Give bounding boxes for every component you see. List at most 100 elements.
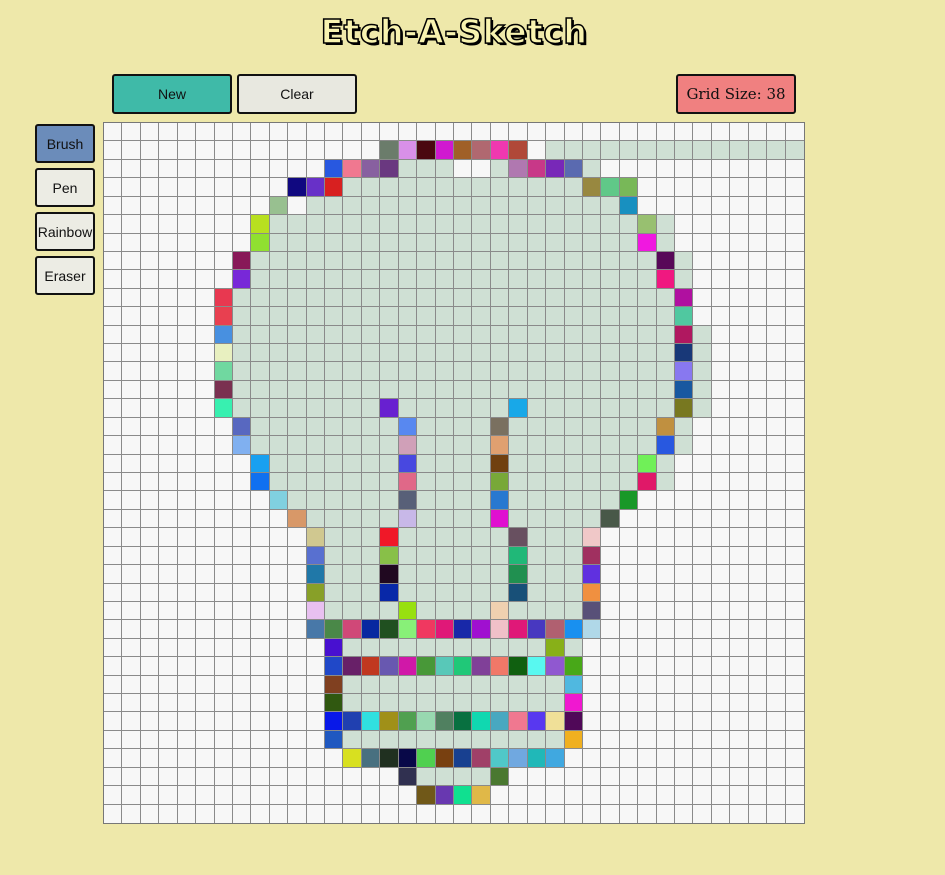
grid-cell[interactable]	[417, 141, 436, 160]
grid-cell[interactable]	[509, 270, 528, 289]
grid-cell[interactable]	[122, 215, 141, 234]
grid-cell[interactable]	[269, 417, 289, 437]
grid-cell[interactable]	[361, 123, 381, 142]
grid-cell[interactable]	[601, 196, 620, 216]
new-button[interactable]: New	[112, 74, 232, 114]
grid-cell[interactable]	[251, 657, 270, 676]
grid-cell[interactable]	[159, 344, 178, 363]
grid-cell[interactable]	[638, 344, 657, 363]
grid-cell[interactable]	[306, 417, 326, 437]
grid-cell[interactable]	[122, 473, 141, 492]
grid-cell[interactable]	[435, 380, 454, 400]
grid-cell[interactable]	[435, 565, 454, 584]
grid-cell[interactable]	[582, 694, 602, 713]
grid-cell[interactable]	[454, 509, 473, 529]
grid-cell[interactable]	[122, 675, 141, 695]
grid-cell[interactable]	[730, 730, 749, 750]
grid-cell[interactable]	[619, 251, 639, 271]
grid-cell[interactable]	[140, 657, 160, 676]
grid-cell[interactable]	[251, 491, 270, 510]
grid-cell[interactable]	[675, 786, 694, 805]
grid-cell[interactable]	[767, 417, 786, 437]
grid-cell[interactable]	[582, 583, 602, 602]
grid-cell[interactable]	[435, 325, 454, 345]
grid-cell[interactable]	[232, 804, 252, 823]
grid-cell[interactable]	[454, 601, 473, 621]
grid-cell[interactable]	[582, 804, 602, 823]
grid-cell[interactable]	[638, 178, 657, 197]
grid-cell[interactable]	[509, 251, 528, 271]
grid-cell[interactable]	[104, 380, 123, 400]
grid-cell[interactable]	[693, 694, 712, 713]
grid-cell[interactable]	[656, 786, 676, 805]
grid-cell[interactable]	[288, 694, 307, 713]
grid-cell[interactable]	[490, 159, 510, 179]
grid-cell[interactable]	[104, 767, 123, 787]
grid-cell[interactable]	[398, 270, 418, 289]
grid-cell[interactable]	[564, 344, 583, 363]
grid-cell[interactable]	[380, 786, 399, 805]
grid-cell[interactable]	[656, 270, 676, 289]
grid-cell[interactable]	[730, 270, 749, 289]
grid-cell[interactable]	[675, 694, 694, 713]
grid-cell[interactable]	[472, 344, 491, 363]
grid-cell[interactable]	[675, 491, 694, 510]
grid-cell[interactable]	[564, 804, 583, 823]
grid-cell[interactable]	[417, 307, 436, 326]
grid-cell[interactable]	[214, 620, 233, 639]
grid-cell[interactable]	[693, 288, 712, 308]
grid-cell[interactable]	[767, 399, 786, 418]
grid-cell[interactable]	[159, 417, 178, 437]
grid-cell[interactable]	[398, 325, 418, 345]
grid-cell[interactable]	[398, 491, 418, 510]
grid-cell[interactable]	[398, 638, 418, 658]
grid-cell[interactable]	[269, 196, 289, 216]
grid-cell[interactable]	[582, 417, 602, 437]
grid-cell[interactable]	[601, 565, 620, 584]
grid-cell[interactable]	[509, 804, 528, 823]
grid-cell[interactable]	[232, 196, 252, 216]
grid-cell[interactable]	[196, 344, 215, 363]
grid-cell[interactable]	[582, 159, 602, 179]
grid-cell[interactable]	[638, 694, 657, 713]
grid-cell[interactable]	[380, 307, 399, 326]
grid-cell[interactable]	[325, 325, 344, 345]
grid-cell[interactable]	[656, 712, 676, 731]
grid-cell[interactable]	[601, 675, 620, 695]
grid-cell[interactable]	[232, 380, 252, 400]
grid-cell[interactable]	[269, 491, 289, 510]
grid-cell[interactable]	[140, 767, 160, 787]
grid-cell[interactable]	[343, 620, 362, 639]
grid-cell[interactable]	[454, 325, 473, 345]
grid-cell[interactable]	[343, 767, 362, 787]
grid-cell[interactable]	[675, 215, 694, 234]
grid-cell[interactable]	[509, 694, 528, 713]
grid-cell[interactable]	[251, 767, 270, 787]
grid-cell[interactable]	[417, 767, 436, 787]
grid-cell[interactable]	[435, 546, 454, 566]
grid-cell[interactable]	[472, 657, 491, 676]
grid-cell[interactable]	[417, 270, 436, 289]
grid-cell[interactable]	[214, 473, 233, 492]
grid-cell[interactable]	[361, 380, 381, 400]
grid-cell[interactable]	[398, 178, 418, 197]
grid-cell[interactable]	[564, 270, 583, 289]
grid-cell[interactable]	[435, 178, 454, 197]
grid-cell[interactable]	[177, 675, 197, 695]
grid-cell[interactable]	[730, 399, 749, 418]
grid-cell[interactable]	[361, 251, 381, 271]
grid-cell[interactable]	[638, 786, 657, 805]
grid-cell[interactable]	[767, 565, 786, 584]
grid-cell[interactable]	[582, 546, 602, 566]
grid-cell[interactable]	[472, 675, 491, 695]
grid-cell[interactable]	[269, 159, 289, 179]
grid-cell[interactable]	[361, 417, 381, 437]
grid-cell[interactable]	[619, 233, 639, 252]
grid-cell[interactable]	[748, 491, 768, 510]
grid-cell[interactable]	[527, 546, 547, 566]
grid-cell[interactable]	[675, 675, 694, 695]
grid-cell[interactable]	[601, 215, 620, 234]
grid-cell[interactable]	[748, 288, 768, 308]
grid-cell[interactable]	[140, 344, 160, 363]
grid-cell[interactable]	[177, 786, 197, 805]
